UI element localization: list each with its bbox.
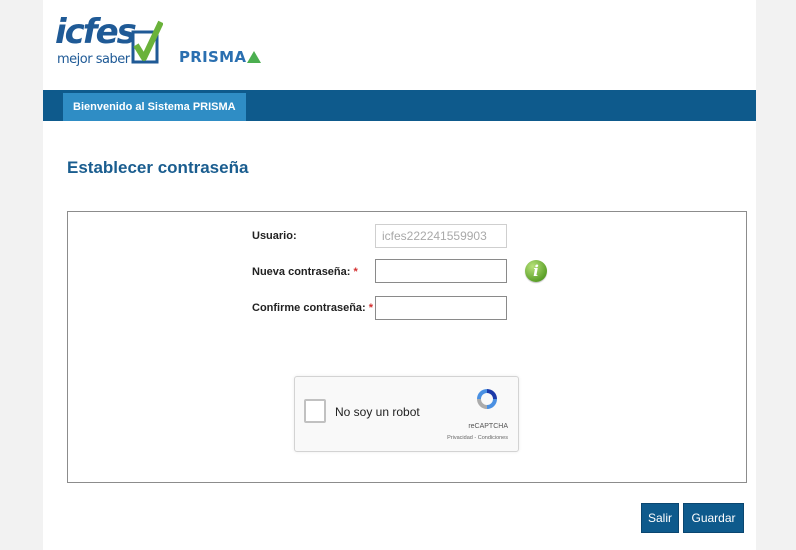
icfes-logo: icfes mejor saber (55, 14, 163, 72)
nueva-contrasena-label: Nueva contraseña: * (252, 266, 358, 278)
guardar-button[interactable]: Guardar (683, 503, 744, 533)
check-logo-icon (131, 20, 163, 64)
required-mark: * (368, 302, 373, 314)
prisma-triangle-icon (247, 51, 262, 63)
usuario-field (375, 224, 507, 248)
confirme-contrasena-label: Confirme contraseña: * (252, 302, 373, 314)
page-title: Establecer contraseña (67, 158, 249, 177)
icfes-logo-text: icfes (55, 12, 137, 52)
page: icfes mejor saber PRISMA Bienvenido al S… (43, 0, 756, 550)
recaptcha-checkbox[interactable] (304, 399, 326, 423)
info-icon[interactable]: i (525, 260, 547, 282)
confirme-contrasena-field[interactable] (375, 296, 507, 320)
recaptcha-brand: reCAPTCHA (468, 423, 508, 430)
icfes-slogan: mejor saber (57, 52, 130, 67)
top-nav-bar: Bienvenido al Sistema PRISMA (43, 90, 756, 121)
prisma-logo-text: PRISM (179, 48, 235, 66)
required-mark: * (353, 266, 358, 278)
recaptcha-terms-link[interactable]: Privacidad - Condiciones (447, 435, 508, 441)
salir-button[interactable]: Salir (641, 503, 679, 533)
recaptcha-logo-icon (477, 389, 497, 409)
prisma-logo-a: A (234, 48, 247, 66)
recaptcha-widget: No soy un robot reCAPTCHA Privacidad - C… (294, 376, 519, 452)
recaptcha-label: No soy un robot (335, 405, 420, 419)
prisma-logo: PRISMA (179, 48, 262, 66)
password-form: Usuario: Nueva contraseña:* i Confirme c… (67, 211, 747, 483)
tab-bienvenido[interactable]: Bienvenido al Sistema PRISMA (63, 93, 246, 121)
usuario-label: Usuario: (252, 230, 297, 242)
nueva-contrasena-field[interactable] (375, 259, 507, 283)
